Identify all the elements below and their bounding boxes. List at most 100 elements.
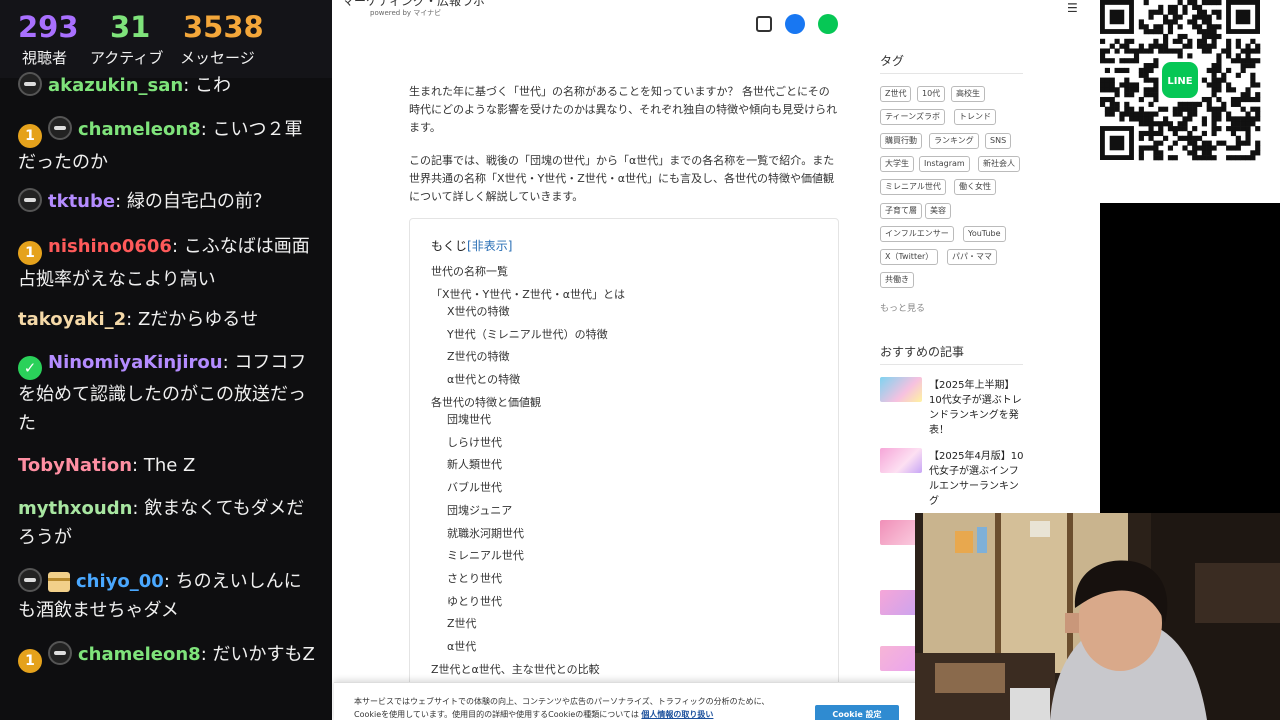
chat-username[interactable]: nishino0606 [48,236,172,257]
toc-link[interactable]: 「X世代・Y世代・Z世代・α世代」とは [431,288,625,302]
chat-username[interactable]: TobyNation [18,455,132,476]
message-count: 3538 メッセージ [172,0,332,78]
article-thumbnail[interactable] [880,377,922,402]
toc-link[interactable]: 団塊世代 [447,413,491,427]
ninja-icon [48,641,72,665]
chat-username[interactable]: tktube [48,191,115,212]
chat-text: : The Z [132,455,196,476]
toc-link[interactable]: α世代との特徴 [447,373,520,387]
toc-link[interactable]: ゆとり世代 [447,595,502,609]
viewer-count-label: 視聴者 [22,49,68,67]
intro-paragraph-2: この記事では、戦後の「団塊の世代」から「α世代」までの各名称を一覧で紹介。また世… [409,154,835,203]
chat-message: 1 nishino0606: こふなばは画面占拠率がえなこより高い [18,232,318,294]
toc-toggle-link[interactable]: [非表示] [467,239,512,253]
tag-chip[interactable]: Z世代 [880,86,912,102]
facebook-share-icon[interactable] [785,14,805,34]
tag-chip[interactable]: X（Twitter） [880,249,939,265]
toc-link[interactable]: Z世代とα世代、主な世代との比較 [431,663,600,677]
chat-username[interactable]: chameleon8 [78,644,201,665]
tag-chip[interactable]: YouTube [963,226,1006,242]
gift-icon [48,572,70,592]
cookie-settings-button[interactable]: Cookie 設定 [815,705,899,720]
tag-chip[interactable]: ミレニアル世代 [880,179,946,195]
intro-paragraph-1: 生まれた年に基づく「世代」の名称があることを知っていますか？ 各世代ごとにその時… [409,85,838,134]
toc-title: もくじ [431,239,468,253]
line-share-icon[interactable] [818,14,838,34]
tag-chip[interactable]: SNS [985,133,1012,149]
chat-text: : だいかすもZ [200,644,315,665]
tag-chip[interactable]: 共働き [880,272,914,288]
chat-panel: 293 視聴者 31 アクティブ 3538 メッセージ akazukin_san… [0,0,332,720]
chat-text: : Zだからゆるせ [126,309,259,330]
toc-link[interactable]: Y世代（ミレニアル世代）の特徴 [447,328,608,342]
recommended-heading: おすすめの記事 [880,345,965,359]
toc-link[interactable]: Z世代 [447,617,477,631]
toc-link[interactable]: しらけ世代 [447,436,502,450]
tag-chip[interactable]: パパ・ママ [947,249,997,265]
toc-link[interactable]: 各世代の特徴と価値観 [431,396,541,410]
tag-chip[interactable]: ランキング [929,133,979,149]
divider [880,73,1023,74]
tag-chip[interactable]: 高校生 [951,86,985,102]
chat-message: takoyaki_2: Zだからゆるせ [18,305,318,334]
tag-chip[interactable]: インフルエンサー [880,226,954,242]
toc-link[interactable]: α世代 [447,640,476,654]
viewer-count-value: 293 [18,10,79,44]
tag-chip[interactable]: 10代 [917,86,946,102]
cookie-banner: 本サービスではウェブサイトでの体験の向上、コンテンツや広告のパーソナライズ、トラ… [334,682,919,720]
toc-link[interactable]: 新人類世代 [447,458,502,472]
chat-username[interactable]: takoyaki_2 [18,309,126,330]
tag-chip[interactable]: 美容 [925,203,951,219]
menu-icon[interactable]: ☰ [1067,2,1079,15]
cookie-banner-text: 本サービスではウェブサイトでの体験の向上、コンテンツや広告のパーソナライズ、トラ… [354,695,796,720]
site-logo[interactable]: マーケティング・広報ラボ [342,0,485,8]
qr-code-panel: LINE [1100,0,1280,203]
tag-chip[interactable]: 子育て層 [880,203,922,219]
toc-link[interactable]: さとり世代 [447,572,502,586]
ninja-icon [48,116,72,140]
more-tags-link[interactable]: もっと見る [880,301,925,314]
chat-username[interactable]: chiyo_00 [76,571,164,592]
toc-link[interactable]: 団塊ジュニア [447,504,512,518]
message-count-label: メッセージ [180,49,255,67]
chat-message: mythxoudn: 飲まなくてもダメだろうが [18,494,318,552]
chat-username[interactable]: NinomiyaKinjirou [48,352,223,373]
toc-link[interactable]: X世代の特徴 [447,305,510,319]
site-logo-subtitle: powered by マイナビ [370,9,442,17]
tag-chip[interactable]: 新社会人 [978,156,1020,172]
tags-heading: タグ [880,54,905,68]
toc-link[interactable]: 就職氷河期世代 [447,527,524,541]
message-count-value: 3538 [183,10,264,44]
tag-chip[interactable]: 働く女性 [954,179,996,195]
ninja-icon [18,72,42,96]
webcam-feed [915,513,1280,720]
chat-username[interactable]: mythxoudn [18,498,132,519]
toc-link[interactable]: 世代の名称一覧 [431,265,508,279]
ninja-icon [18,188,42,212]
tag-chip[interactable]: Instagram [919,156,970,172]
chat-username[interactable]: akazukin_san [48,75,183,96]
privacy-policy-link[interactable]: 個人情報の取り扱い [641,710,713,719]
line-logo-text: LINE [1167,76,1192,87]
one-badge-icon: 1 [18,124,42,148]
toc-link[interactable]: ミレニアル世代 [447,549,524,563]
line-qr-code: LINE [1100,0,1261,161]
article-thumbnail[interactable] [880,448,922,473]
divider [880,364,1023,365]
chat-message: 1 chameleon8: だいかすもZ [18,640,318,673]
stream-stats: 293 視聴者 31 アクティブ 3538 メッセージ [0,0,332,78]
tag-chip[interactable]: 大学生 [880,156,914,172]
chat-username[interactable]: chameleon8 [78,119,201,140]
recommended-article-link[interactable]: 【2025年上半期】10代女子が選ぶトレンドランキングを発表！ [929,378,1025,438]
toc-heading: もくじ[非表示] [431,237,512,254]
black-area [1100,203,1280,513]
webcam-image [915,513,1280,720]
recommended-article-link[interactable]: 【2025年4月版】10代女子が選ぶインフルエンサーランキング [929,449,1025,509]
tag-chip[interactable]: 購買行動 [880,133,922,149]
tag-chip[interactable]: トレンド [954,109,996,125]
tag-chip[interactable]: ティーンズラボ [880,109,945,125]
toc-link[interactable]: バブル世代 [447,481,502,495]
chat-text: : 緑の自宅凸の前？ [115,191,271,212]
toc-link[interactable]: Z世代の特徴 [447,350,510,364]
x-share-icon[interactable] [756,16,772,32]
